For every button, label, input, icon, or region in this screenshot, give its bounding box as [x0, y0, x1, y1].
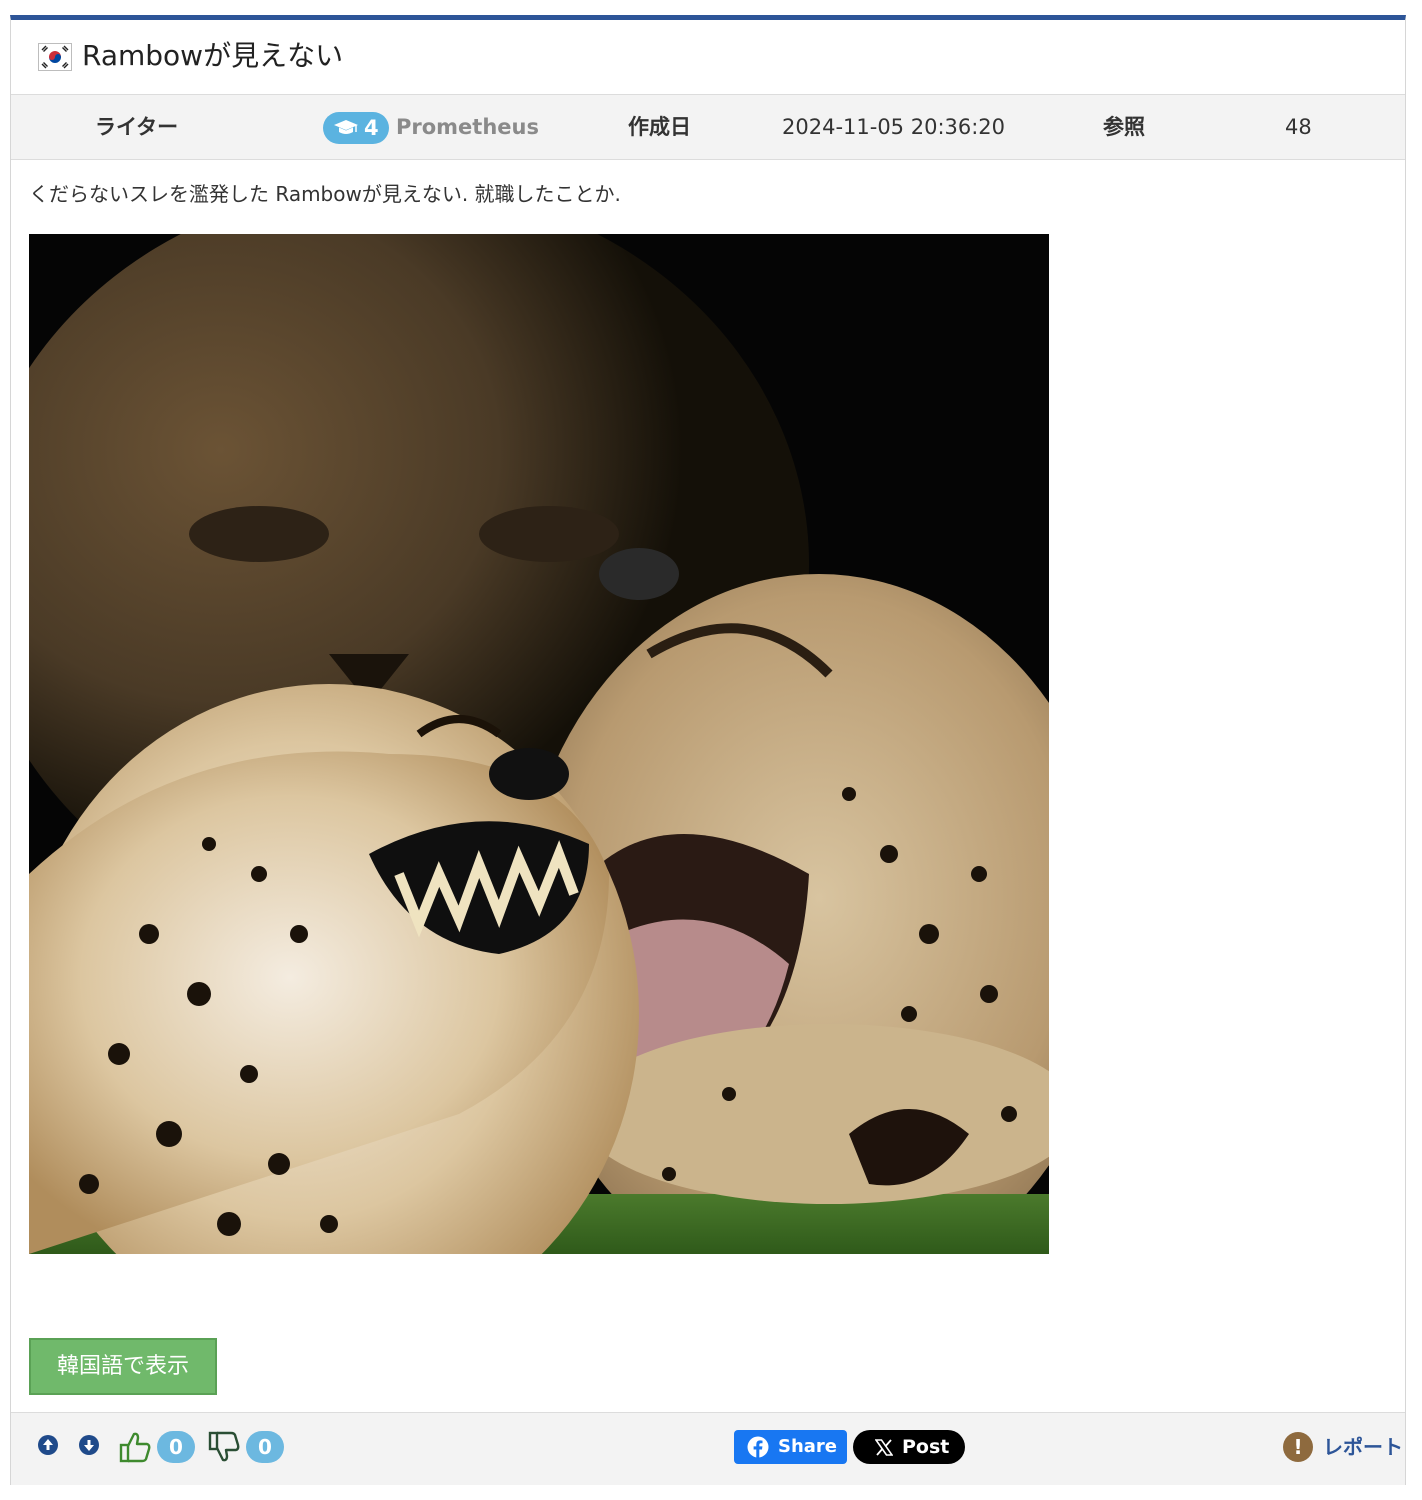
post-title: Rambowが見えない [82, 39, 344, 72]
post-panel: Rambowが見えない ライター 4 Prometheus 作成日 2024-1… [10, 15, 1406, 1485]
writer-level-badge: 4 [323, 112, 389, 144]
date-value: 2024-11-05 20:36:20 [782, 115, 1006, 139]
translate-to-korean-button[interactable]: 韓国語で表示 [29, 1338, 217, 1395]
post-footer: 0 0 Share Post ! レポート [11, 1412, 1405, 1485]
post-label: Post [902, 1436, 950, 1458]
writer-label: ライター [95, 115, 179, 139]
thumbs-down-icon[interactable] [207, 1430, 241, 1464]
writer-level: 4 [364, 116, 379, 140]
graduation-cap-icon [334, 120, 358, 134]
facebook-share-button[interactable]: Share [734, 1430, 847, 1464]
like-count: 0 [157, 1431, 195, 1463]
scroll-up-icon[interactable] [38, 1435, 58, 1455]
views-value: 48 [1285, 115, 1312, 139]
x-post-button[interactable]: Post [853, 1430, 965, 1464]
facebook-icon [747, 1436, 769, 1458]
post-title-bar: Rambowが見えない [11, 20, 1405, 94]
exclamation-icon: ! [1283, 1432, 1313, 1462]
x-logo-icon [875, 1439, 893, 1456]
views-label: 参照 [1103, 115, 1145, 139]
date-label: 作成日 [628, 115, 691, 139]
scroll-down-icon[interactable] [79, 1435, 99, 1455]
post-meta-bar: ライター 4 Prometheus 作成日 2024-11-05 20:36:2… [11, 94, 1405, 160]
share-label: Share [778, 1436, 838, 1457]
thumbs-up-icon[interactable] [118, 1430, 152, 1464]
writer-name-link[interactable]: Prometheus [396, 95, 539, 159]
post-body-text: くだらないスレを濫発した Rambowが見えない. 就職したことか. [29, 182, 621, 206]
dislike-count: 0 [246, 1431, 284, 1463]
report-label: レポート [1323, 1435, 1403, 1459]
cheetahs-laughing-photo [29, 234, 1049, 1254]
south-korea-flag-icon [38, 43, 72, 71]
